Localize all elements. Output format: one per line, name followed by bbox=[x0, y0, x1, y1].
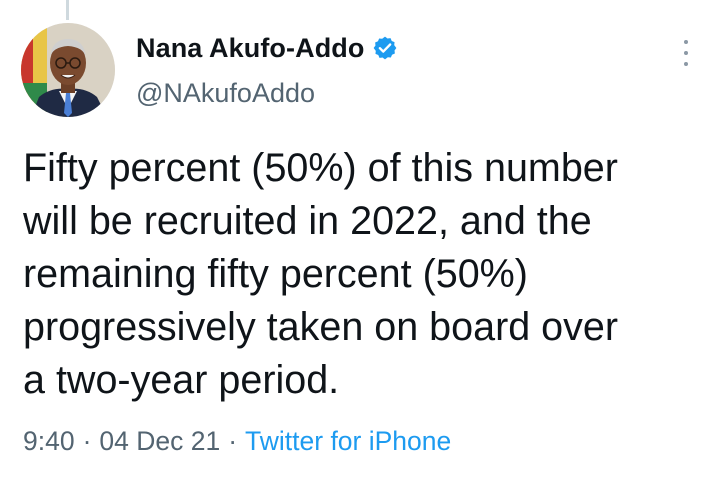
meta-separator: · bbox=[228, 426, 238, 456]
avatar-image bbox=[21, 23, 115, 117]
tweet-card: Nana Akufo-Addo @NAkufoAddo Fifty percen… bbox=[0, 0, 720, 483]
more-options-icon[interactable] bbox=[674, 36, 698, 70]
author-name-row[interactable]: Nana Akufo-Addo bbox=[136, 28, 398, 68]
more-dot bbox=[684, 62, 688, 66]
avatar[interactable] bbox=[21, 23, 115, 117]
tweet-time[interactable]: 9:40 bbox=[23, 426, 75, 457]
tweet-date[interactable]: 04 Dec 21 bbox=[99, 426, 220, 457]
thread-connector-line bbox=[66, 0, 69, 20]
tweet-source-link[interactable]: Twitter for iPhone bbox=[245, 426, 451, 457]
author-handle[interactable]: @NAkufoAddo bbox=[136, 78, 315, 109]
more-dot bbox=[684, 40, 688, 44]
author-display-name[interactable]: Nana Akufo-Addo bbox=[136, 33, 364, 64]
more-dot bbox=[684, 51, 688, 55]
tweet-text: Fifty percent (50%) of this number will … bbox=[23, 146, 619, 402]
verified-badge-icon bbox=[372, 35, 398, 61]
tweet-metadata: 9:40 · 04 Dec 21 · Twitter for iPhone bbox=[23, 426, 451, 457]
meta-separator: · bbox=[82, 426, 92, 456]
